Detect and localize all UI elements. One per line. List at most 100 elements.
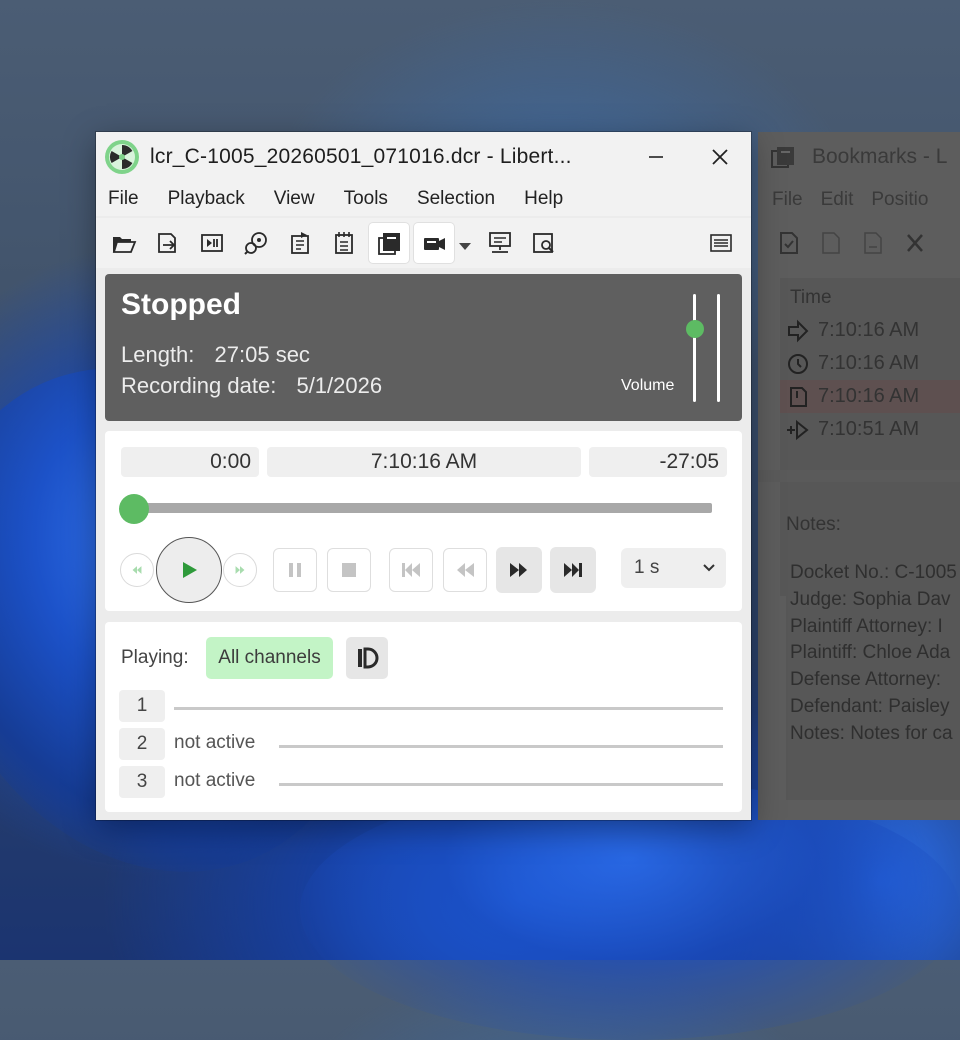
- bookmarks-title: Bookmarks - L: [812, 145, 948, 168]
- volume-slider-track[interactable]: [693, 294, 696, 402]
- notes-line: Notes: Notes for ca: [790, 722, 953, 744]
- volume-slider-knob[interactable]: [686, 319, 704, 338]
- stop-icon: [342, 563, 356, 577]
- magnifier-document-icon: [533, 233, 554, 253]
- clock-time: 7:10:16 AM: [267, 447, 581, 477]
- notes-text[interactable]: Docket No.: C-1005 Judge: Sophia Dav Pla…: [786, 552, 960, 800]
- length-label: Length:: [121, 342, 195, 367]
- length-value: 27:05 sec: [214, 342, 310, 367]
- bookmark-time: 7:10:16 AM: [818, 385, 920, 407]
- channel-level-line: [279, 745, 723, 748]
- bookmark-time: 7:10:16 AM: [818, 319, 920, 341]
- rewind-icon: [457, 563, 474, 577]
- insert-icon: [787, 419, 809, 440]
- channel-level-line: [279, 783, 723, 786]
- notes-line: Defendant: Paisley: [790, 695, 950, 717]
- seek-bar[interactable]: [127, 503, 712, 513]
- properties-icon: [291, 232, 309, 254]
- pause-button[interactable]: [273, 548, 317, 592]
- stop-button[interactable]: [327, 548, 371, 592]
- bookmarks-column-time[interactable]: Time: [780, 278, 960, 314]
- player-toolbar: [96, 218, 751, 268]
- all-channels-button[interactable]: All channels: [206, 637, 333, 679]
- video-dropdown-arrow[interactable]: [458, 238, 472, 250]
- caret-down-icon: [459, 243, 471, 250]
- faster-button[interactable]: [223, 553, 257, 587]
- bookmarks-menubar: File Edit Positio: [758, 182, 960, 218]
- document-disabled-icon[interactable]: [818, 230, 844, 256]
- skip-back-icon: [402, 563, 420, 577]
- bookmarks-window[interactable]: Bookmarks - L File Edit Positio Time 7:1…: [758, 132, 960, 820]
- menu-file[interactable]: File: [96, 188, 152, 210]
- bookmark-row[interactable]: 7:10:16 AM: [780, 314, 960, 347]
- slower-button[interactable]: [120, 553, 154, 587]
- fast-forward-button[interactable]: [496, 547, 542, 593]
- delete-icon[interactable]: [902, 230, 928, 256]
- menu-view[interactable]: View: [262, 188, 328, 210]
- bookmarks-menu-position[interactable]: Positio: [871, 189, 928, 211]
- channel-number[interactable]: 2: [119, 728, 165, 760]
- recording-date-line: Recording date: 5/1/2026: [121, 373, 382, 399]
- remaining-time: -27:05: [589, 447, 727, 477]
- open-button[interactable]: [104, 223, 144, 263]
- rewind-button[interactable]: [443, 548, 487, 592]
- bookmarks-table: Time 7:10:16 AM 7:10:16 AM 7:10:16 AM 7:…: [780, 278, 960, 596]
- check-document-icon[interactable]: [776, 230, 802, 256]
- menu-help[interactable]: Help: [512, 188, 576, 210]
- fast-forward-small-icon: [235, 566, 245, 574]
- skip-step-value: 1 s: [634, 557, 660, 578]
- document-edit-icon[interactable]: [860, 230, 886, 256]
- preview-button[interactable]: [524, 223, 564, 263]
- menu-selection[interactable]: Selection: [405, 188, 508, 210]
- monitor-icon: [489, 232, 511, 253]
- notes-line: Plaintiff Attorney: I: [790, 615, 943, 637]
- elapsed-time: 0:00: [121, 447, 259, 477]
- balance-slider-track[interactable]: [717, 294, 720, 402]
- channel-state: not active: [174, 770, 256, 791]
- notes-line: Defense Attorney:: [790, 669, 942, 691]
- skip-step-select[interactable]: 1 s: [621, 548, 726, 588]
- play-pause-file-button[interactable]: [192, 223, 232, 263]
- channel-number[interactable]: 1: [119, 690, 165, 722]
- recording-date-label: Recording date:: [121, 373, 277, 398]
- import-button[interactable]: [148, 223, 188, 263]
- app-logo-icon: [105, 140, 139, 174]
- close-button[interactable]: [692, 132, 748, 182]
- length-line: Length: 27:05 sec: [121, 342, 310, 368]
- menu-tools[interactable]: Tools: [332, 188, 401, 210]
- go-to-end-button[interactable]: [550, 547, 596, 593]
- seek-knob[interactable]: [119, 494, 149, 524]
- bookmarks-menu-edit[interactable]: Edit: [821, 189, 854, 211]
- menu-playback[interactable]: Playback: [156, 188, 258, 210]
- monitor-button[interactable]: [480, 223, 520, 263]
- bookmarks-icon: [378, 233, 400, 255]
- bookmarks-button[interactable]: [369, 223, 409, 263]
- channel-number[interactable]: 3: [119, 766, 165, 798]
- player-window[interactable]: lcr_C-1005_20260501_071016.dcr - Libert.…: [96, 132, 751, 820]
- recording-date-value: 5/1/2026: [296, 373, 383, 398]
- bookmark-row[interactable]: 7:10:16 AM: [780, 347, 960, 380]
- bookmarks-toolbar: [758, 218, 960, 268]
- notes-button[interactable]: [324, 223, 364, 263]
- properties-button[interactable]: [280, 223, 320, 263]
- bookmarks-titlebar[interactable]: Bookmarks - L: [758, 132, 960, 182]
- play-button[interactable]: [156, 537, 222, 603]
- channel-mode-button[interactable]: [346, 637, 388, 679]
- camera-icon: [424, 238, 445, 250]
- notes-line: Docket No.: C-1005: [790, 562, 957, 583]
- player-titlebar[interactable]: lcr_C-1005_20260501_071016.dcr - Libert.…: [96, 132, 751, 182]
- hamburger-menu-button[interactable]: [701, 223, 741, 263]
- bookmark-row-selected[interactable]: 7:10:16 AM: [780, 380, 960, 413]
- fast-forward-icon: [510, 563, 527, 577]
- play-icon: [183, 562, 197, 578]
- minimize-button[interactable]: [628, 132, 684, 182]
- find-button[interactable]: [236, 223, 276, 263]
- bookmark-row[interactable]: 7:10:51 AM: [780, 413, 960, 446]
- chevron-down-icon: [703, 564, 715, 572]
- player-menubar: File Playback View Tools Selection Help: [96, 182, 751, 216]
- bookmarks-splitter[interactable]: [758, 470, 960, 482]
- video-button[interactable]: [414, 223, 454, 263]
- notes-line: Plaintiff: Chloe Ada: [790, 642, 951, 664]
- bookmarks-menu-file[interactable]: File: [772, 189, 803, 211]
- go-to-start-button[interactable]: [389, 548, 433, 592]
